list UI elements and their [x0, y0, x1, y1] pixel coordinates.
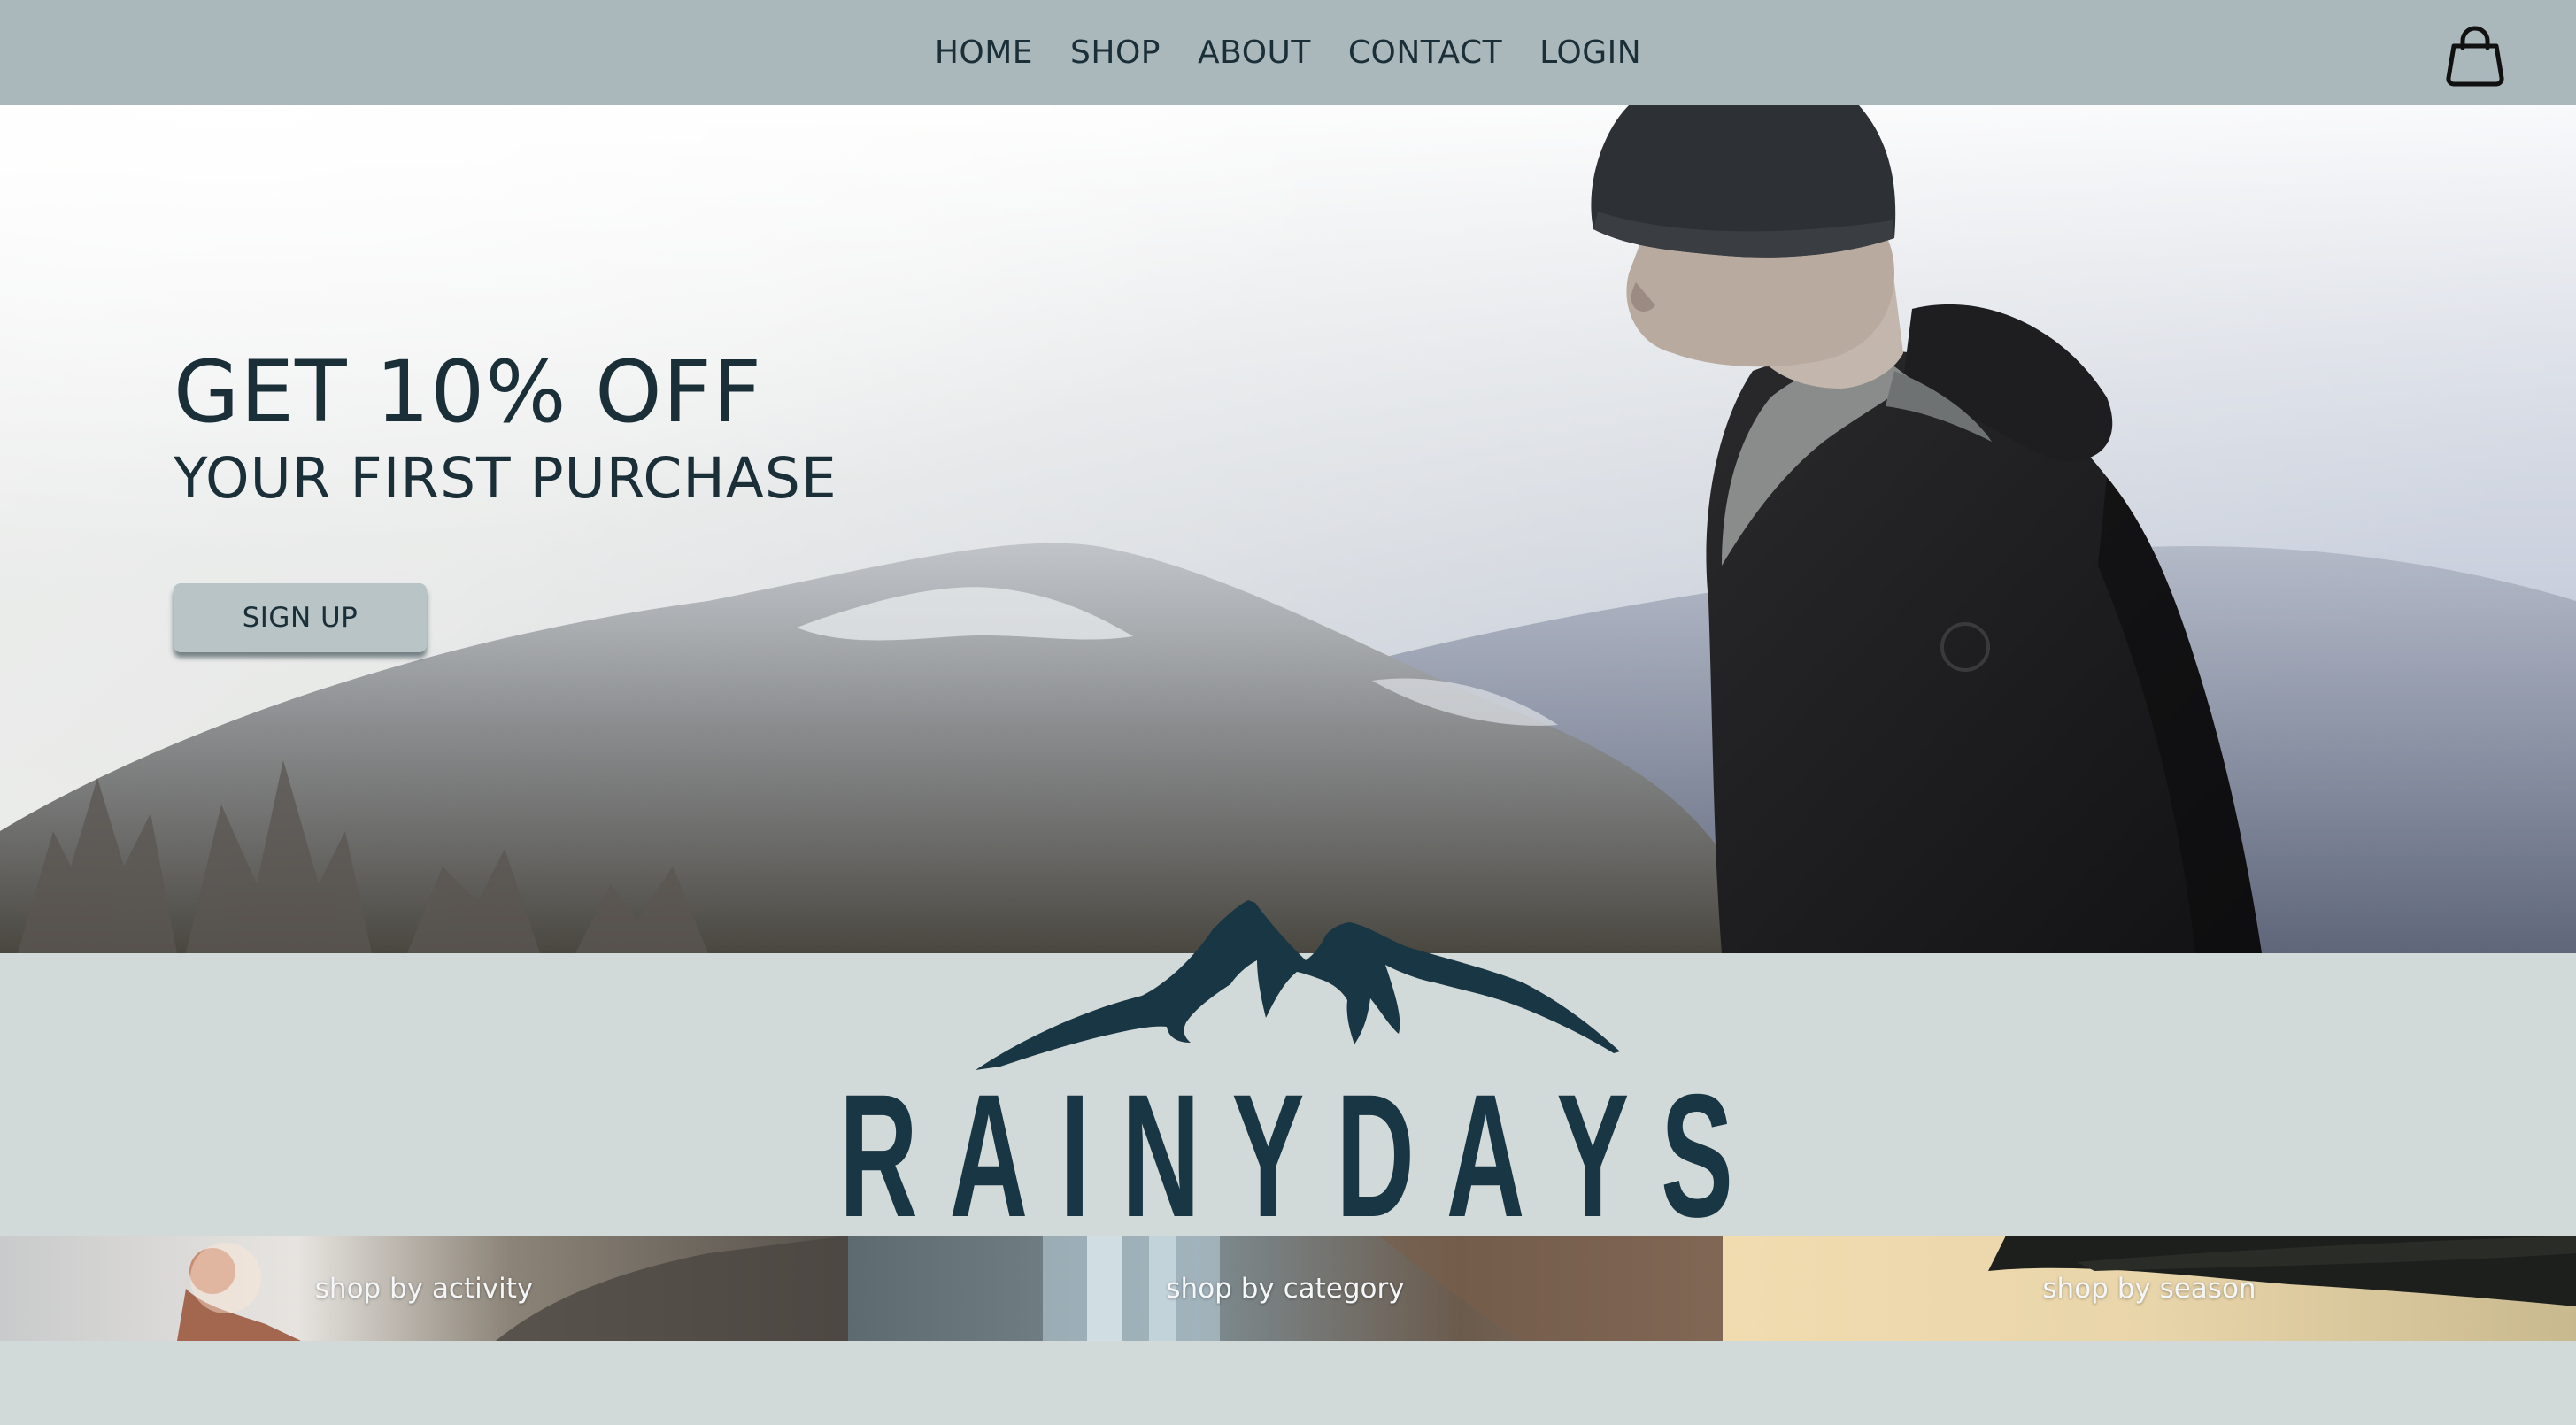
tile-label-activity: shop by activity [314, 1272, 534, 1305]
wordmark-letter: A [949, 1058, 1029, 1253]
wordmark-letter: I [1060, 1058, 1091, 1253]
tile-label-season: shop by season [2042, 1272, 2256, 1305]
tile-shop-by-season[interactable]: shop by season [1723, 1236, 2576, 1341]
wordmark-letter: S [1661, 1058, 1733, 1253]
nav-item-home: HOME [935, 35, 1033, 71]
top-navbar: HOME SHOP ABOUT CONTACT LOGIN [0, 0, 2576, 105]
nav-link-contact[interactable]: CONTACT [1348, 35, 1502, 71]
hero-title: GET 10% OFF [174, 343, 763, 442]
nav-item-login: LOGIN [1539, 35, 1641, 71]
wordmark-letter: D [1336, 1058, 1415, 1253]
shop-tiles: shop by activity shop by category shop b… [0, 1236, 2576, 1341]
nav-item-shop: SHOP [1070, 35, 1161, 71]
tile-label-category: shop by category [1166, 1272, 1405, 1305]
nav-item-contact: CONTACT [1348, 35, 1502, 71]
hero-subtitle: YOUR FIRST PURCHASE [174, 446, 837, 511]
tile-shop-by-activity[interactable]: shop by activity [0, 1236, 848, 1341]
nav-links: HOME SHOP ABOUT CONTACT LOGIN [0, 0, 2576, 105]
nav-link-home[interactable]: HOME [935, 35, 1033, 71]
tile-shop-by-category[interactable]: shop by category [848, 1236, 1723, 1341]
wordmark-letter: N [1122, 1058, 1200, 1253]
wordmark-letter: Y [1231, 1058, 1305, 1253]
wordmark-letter: A [1446, 1058, 1525, 1253]
nav-link-shop[interactable]: SHOP [1070, 35, 1161, 71]
nav-link-about[interactable]: ABOUT [1198, 35, 1311, 71]
brand-wordmark: RAINYDAYS [839, 1058, 1733, 1253]
wordmark-letter: Y [1556, 1058, 1630, 1253]
nav-link-login[interactable]: LOGIN [1539, 35, 1641, 71]
shopping-bag-icon[interactable] [2443, 25, 2507, 89]
hero-background-image [0, 105, 2576, 953]
hero-banner: GET 10% OFF YOUR FIRST PURCHASE SIGN UP [0, 105, 2576, 953]
nav-item-about: ABOUT [1198, 35, 1311, 71]
sign-up-button[interactable]: SIGN UP [174, 583, 427, 652]
wordmark-letter: R [839, 1058, 918, 1253]
